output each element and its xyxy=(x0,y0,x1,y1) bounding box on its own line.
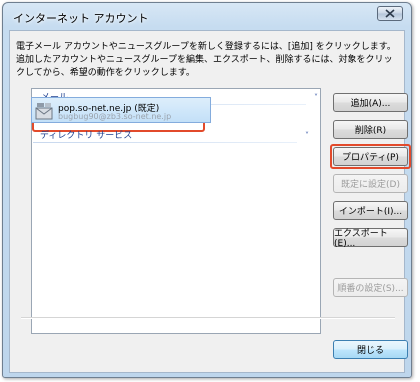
remove-button[interactable]: 削除(R) xyxy=(333,120,408,139)
close-icon xyxy=(385,9,395,18)
add-button[interactable]: 追加(A)... xyxy=(333,93,408,112)
mail-account-icon xyxy=(35,103,53,120)
window-title: インターネット アカウント xyxy=(13,12,149,25)
title-bar[interactable]: インターネット アカウント xyxy=(3,3,411,29)
export-button[interactable]: エクスポート(E)... xyxy=(333,228,408,249)
account-item[interactable]: pop.so-net.ne.jp (既定) bugbug90@zb3.so-ne… xyxy=(31,97,211,123)
footer-divider xyxy=(21,317,395,319)
close-button[interactable]: 閉じる xyxy=(333,340,408,359)
chevron-down-icon: ˅ xyxy=(314,93,318,102)
account-email: bugbug90@zb3.so-net.ne.jp xyxy=(58,112,172,121)
group-label-directory: ディレクトリ サービス xyxy=(40,131,133,141)
group-divider xyxy=(33,142,297,143)
order-button[interactable]: 順番の設定(S)... xyxy=(333,278,408,297)
dialog-body: 電子メール アカウントやニュースグループを新しく登録するには、[追加] をクリッ… xyxy=(9,30,411,373)
chevron-down-icon: ˅ xyxy=(305,131,309,140)
set-default-button[interactable]: 既定に設定(D) xyxy=(333,174,408,193)
import-button[interactable]: インポート(I)... xyxy=(333,201,408,220)
highlight-properties xyxy=(330,144,411,169)
instructions-text: 電子メール アカウントやニュースグループを新しく登録するには、[追加] をクリッ… xyxy=(16,42,396,78)
internet-accounts-dialog: インターネット アカウント 電子メール アカウントやニュースグループを新しく登録… xyxy=(2,2,412,378)
group-header-directory[interactable]: ディレクトリ サービス ˅ xyxy=(33,130,317,143)
close-window-button[interactable] xyxy=(377,6,403,21)
